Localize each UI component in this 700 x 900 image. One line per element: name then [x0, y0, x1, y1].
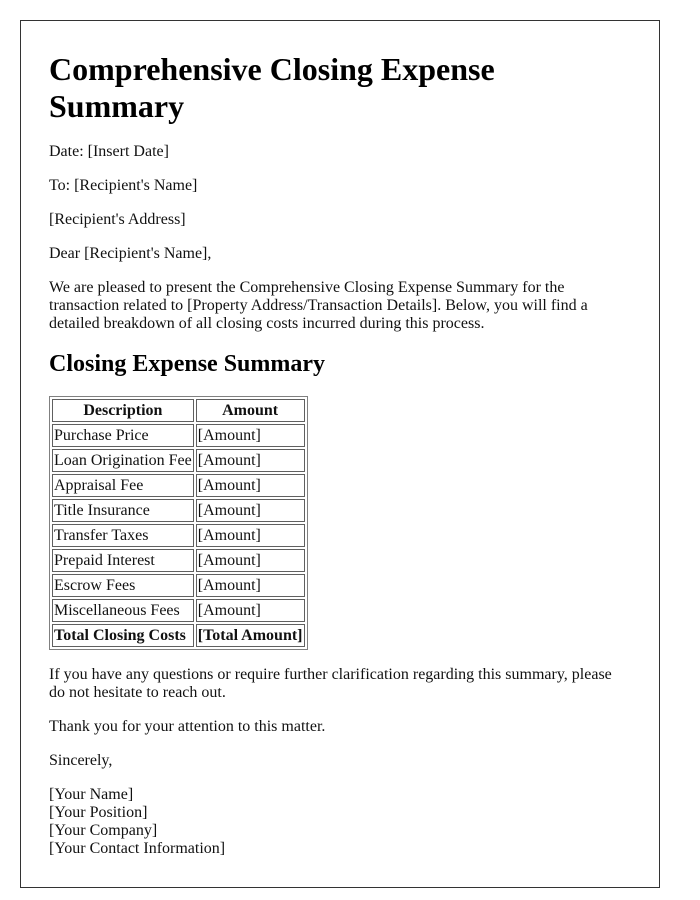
- table-row: Escrow Fees [Amount]: [52, 574, 305, 598]
- date-line: Date: [Insert Date]: [49, 142, 169, 160]
- row-amount: [Amount]: [195, 524, 305, 548]
- closing-line: Sincerely,: [49, 752, 113, 770]
- column-header-amount: Amount: [195, 399, 305, 423]
- section-heading: Closing Expense Summary: [49, 350, 326, 377]
- recipient-address-line: [Recipient's Address]: [49, 210, 186, 228]
- row-amount: [Amount]: [195, 449, 305, 473]
- signature-company: [Your Company]: [49, 822, 158, 840]
- intro-paragraph: We are pleased to present the Comprehens…: [49, 278, 588, 332]
- letter-document: Comprehensive Closing Expense Summary Da…: [20, 20, 660, 888]
- table-header-row: Description Amount: [52, 399, 305, 423]
- questions-paragraph: If you have any questions or require fur…: [49, 666, 612, 702]
- total-description: Total Closing Costs: [52, 624, 194, 648]
- thanks-paragraph: Thank you for your attention to this mat…: [49, 718, 326, 736]
- signature-block: [Your Name] [Your Position] [Your Compan…: [49, 786, 631, 858]
- recipient-name-line: To: [Recipient's Name]: [49, 176, 198, 194]
- row-description: Title Insurance: [52, 499, 194, 523]
- expense-table: Description Amount Purchase Price [Amoun…: [49, 396, 308, 651]
- row-description: Loan Origination Fee: [52, 449, 194, 473]
- row-amount: [Amount]: [195, 424, 305, 448]
- table-row: Loan Origination Fee [Amount]: [52, 449, 305, 473]
- row-description: Prepaid Interest: [52, 549, 194, 573]
- row-description: Escrow Fees: [52, 574, 194, 598]
- document-title: Comprehensive Closing Expense Summary: [49, 51, 495, 124]
- row-description: Transfer Taxes: [52, 524, 194, 548]
- signature-contact: [Your Contact Information]: [49, 840, 226, 858]
- total-amount: [Total Amount]: [195, 624, 305, 648]
- row-amount: [Amount]: [195, 549, 305, 573]
- column-header-description: Description: [52, 399, 194, 423]
- table-row: Prepaid Interest [Amount]: [52, 549, 305, 573]
- signature-position: [Your Position]: [49, 804, 148, 822]
- table-row: Purchase Price [Amount]: [52, 424, 305, 448]
- row-description: Purchase Price: [52, 424, 194, 448]
- row-amount: [Amount]: [195, 499, 305, 523]
- row-description: Miscellaneous Fees: [52, 599, 194, 623]
- salutation: Dear [Recipient's Name],: [49, 244, 212, 262]
- row-amount: [Amount]: [195, 599, 305, 623]
- table-row: Appraisal Fee [Amount]: [52, 474, 305, 498]
- table-row: Transfer Taxes [Amount]: [52, 524, 305, 548]
- row-amount: [Amount]: [195, 574, 305, 598]
- table-row: Title Insurance [Amount]: [52, 499, 305, 523]
- table-row: Miscellaneous Fees [Amount]: [52, 599, 305, 623]
- row-amount: [Amount]: [195, 474, 305, 498]
- table-total-row: Total Closing Costs [Total Amount]: [52, 624, 305, 648]
- signature-name: [Your Name]: [49, 786, 134, 804]
- row-description: Appraisal Fee: [52, 474, 194, 498]
